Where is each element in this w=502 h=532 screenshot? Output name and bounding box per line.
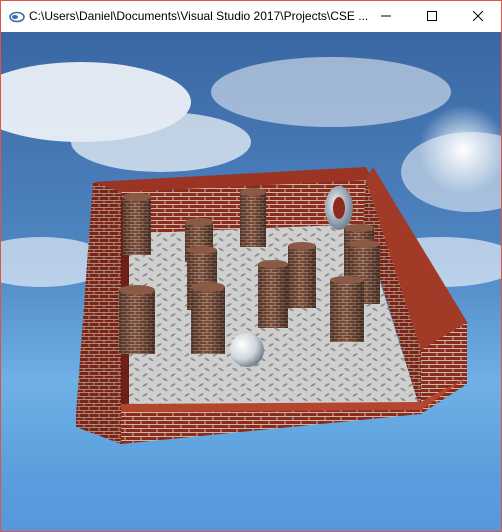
pillar bbox=[240, 188, 266, 247]
ring-object bbox=[325, 186, 353, 230]
window-title: C:\Users\Daniel\Documents\Visual Studio … bbox=[29, 9, 369, 23]
render-viewport[interactable] bbox=[1, 32, 501, 532]
sky-bottom-plane bbox=[1, 472, 501, 531]
close-icon bbox=[472, 8, 484, 26]
minimize-button[interactable] bbox=[363, 1, 409, 32]
title-bar[interactable]: C:\Users\Daniel\Documents\Visual Studio … bbox=[1, 1, 501, 32]
maximize-button[interactable] bbox=[409, 1, 455, 32]
application-window: C:\Users\Daniel\Documents\Visual Studio … bbox=[0, 0, 502, 532]
pillar bbox=[191, 282, 225, 354]
app-icon bbox=[9, 10, 25, 23]
pillar bbox=[330, 276, 364, 342]
pillar bbox=[258, 260, 288, 328]
3d-scene[interactable] bbox=[1, 32, 501, 532]
pillar bbox=[123, 193, 151, 255]
pillar bbox=[288, 242, 316, 308]
maximize-icon bbox=[427, 8, 437, 26]
minimize-icon bbox=[381, 8, 391, 26]
close-button[interactable] bbox=[455, 1, 501, 32]
pillar bbox=[119, 285, 155, 354]
player-ball bbox=[230, 333, 264, 367]
